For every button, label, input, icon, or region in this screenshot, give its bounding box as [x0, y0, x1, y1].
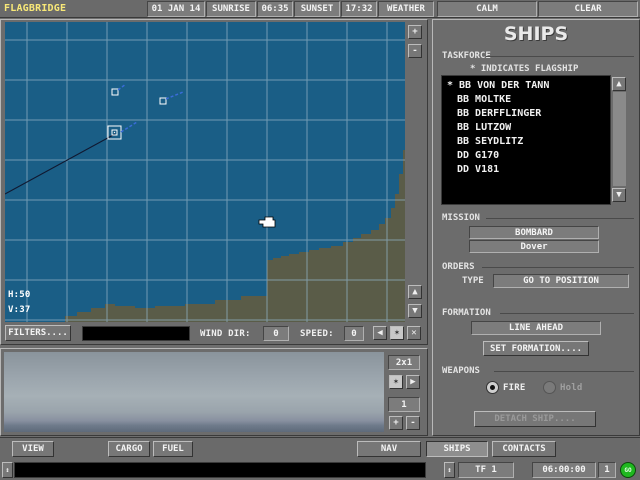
- ship-list-item[interactable]: BB LUTZOW: [447, 121, 610, 135]
- type-label: TYPE: [462, 276, 484, 286]
- scroll-up-button[interactable]: ▲: [408, 285, 422, 299]
- date-field: 01 JAN 14: [147, 1, 205, 17]
- formation-label: FORMATION: [442, 308, 491, 318]
- center-icon-2: ✶: [393, 376, 399, 387]
- arrow-up-icon: ▲: [616, 78, 622, 89]
- mission-divider: [486, 218, 634, 219]
- arrow-down-icon: ▼: [616, 189, 622, 200]
- ship-list[interactable]: * BB VON DER TANN BB MOLTKE BB DERFFLINGER…: [441, 75, 611, 205]
- message-log: [14, 462, 426, 478]
- fuel-button[interactable]: FUEL: [153, 441, 193, 457]
- taskforce-divider: [486, 56, 634, 57]
- ship-list-item[interactable]: DD V181: [447, 163, 610, 177]
- sunrise-time: 06:35: [257, 1, 293, 17]
- ships-button[interactable]: SHIPS: [426, 441, 488, 457]
- list-scroll-track[interactable]: [613, 92, 626, 186]
- time-multiplier: 1: [598, 462, 616, 478]
- center-icon: ✶: [394, 327, 400, 338]
- order-type[interactable]: GO TO POSITION: [493, 274, 629, 288]
- contacts-button[interactable]: CONTACTS: [492, 441, 556, 457]
- sea-view: [4, 352, 384, 432]
- filter-display: [82, 326, 190, 341]
- v-readout: V:37: [8, 305, 31, 315]
- ships-heading: SHIPS: [503, 23, 569, 45]
- hold-radio[interactable]: [543, 381, 556, 394]
- sea-state: CALM: [437, 1, 537, 17]
- set-formation-button[interactable]: SET FORMATION....: [483, 341, 589, 356]
- wind-dir-value: 0: [263, 326, 289, 341]
- sunrise-label: SUNRISE: [206, 1, 256, 17]
- hold-label: Hold: [560, 383, 583, 393]
- zoom-out-button[interactable]: -: [408, 44, 422, 58]
- cargo-button[interactable]: CARGO: [108, 441, 150, 457]
- radio-dot-icon: [490, 385, 495, 390]
- view-minus-button[interactable]: -: [406, 416, 420, 430]
- app-title: FLAGBRIDGE: [4, 3, 67, 14]
- tf-select-button[interactable]: ↕: [444, 462, 455, 478]
- orders-label: ORDERS: [442, 262, 475, 272]
- wind-dir-label: WIND DIR:: [200, 329, 251, 339]
- scroll-down-button[interactable]: ▼: [408, 304, 422, 318]
- filters-button[interactable]: FILTERS....: [5, 325, 71, 341]
- scroll-right-button[interactable]: ✕: [407, 326, 421, 340]
- view-center-button[interactable]: ✶: [389, 375, 403, 389]
- sunset-time: 17:32: [341, 1, 377, 17]
- go-button[interactable]: GO: [620, 462, 636, 478]
- scroll-left-button[interactable]: ◀: [373, 326, 387, 340]
- map-canvas[interactable]: [5, 22, 405, 322]
- sky-state: CLEAR: [538, 1, 638, 17]
- formation-divider: [500, 313, 634, 314]
- view-button[interactable]: VIEW: [12, 441, 54, 457]
- orders-divider: [482, 267, 634, 268]
- taskforce-id: TF 1: [458, 462, 514, 478]
- arrow-left-icon: ◀: [377, 327, 383, 338]
- mission-label: MISSION: [442, 213, 480, 223]
- taskforce-label: TASKFORCE: [442, 51, 491, 61]
- view-plus-button[interactable]: +: [389, 416, 403, 430]
- magnification-field: 2x1: [388, 355, 420, 370]
- weather-label: WEATHER: [378, 1, 434, 17]
- updown-arrow-icon-2: ↕: [447, 465, 452, 474]
- speed-label: SPEED:: [300, 329, 334, 339]
- ship-list-item[interactable]: BB SEYDLITZ: [447, 135, 610, 149]
- speed-value: 0: [344, 326, 364, 341]
- arrow-up-icon: ▲: [412, 286, 418, 297]
- message-scroll-button[interactable]: ↕: [2, 462, 13, 478]
- formation-value: LINE AHEAD: [471, 321, 601, 335]
- game-clock: 06:00:00: [532, 462, 596, 478]
- arrow-right-icon: ▶: [410, 376, 416, 387]
- view-rotate-button[interactable]: ▶: [406, 375, 420, 389]
- arrow-down-icon: ▼: [412, 305, 418, 316]
- ship-list-item[interactable]: BB DERFFLINGER: [447, 107, 610, 121]
- zoom-in-button[interactable]: +: [408, 25, 422, 39]
- ship-list-item[interactable]: BB MOLTKE: [447, 93, 610, 107]
- weapons-divider: [494, 371, 634, 372]
- sunset-label: SUNSET: [294, 1, 340, 17]
- mission-type: BOMBARD: [469, 226, 599, 239]
- mission-target: Dover: [469, 240, 599, 253]
- go-label: GO: [624, 466, 632, 474]
- list-scroll-down[interactable]: ▼: [612, 188, 626, 202]
- close-icon: ✕: [411, 327, 417, 338]
- page-field: 1: [388, 397, 420, 412]
- ship-list-item[interactable]: * BB VON DER TANN: [447, 79, 610, 93]
- center-map-button[interactable]: ✶: [390, 326, 404, 340]
- list-scroll-up[interactable]: ▲: [612, 77, 626, 91]
- nav-map[interactable]: H:50 V:37: [5, 22, 405, 322]
- nav-button[interactable]: NAV: [357, 441, 421, 457]
- weapons-label: WEAPONS: [442, 366, 480, 376]
- updown-arrow-icon: ↕: [5, 465, 10, 474]
- h-readout: H:50: [8, 290, 31, 300]
- fire-radio[interactable]: [486, 381, 499, 394]
- ship-list-item[interactable]: DD G170: [447, 149, 610, 163]
- detach-ship-button[interactable]: DETACH SHIP....: [474, 411, 596, 427]
- fire-label: FIRE: [503, 383, 526, 393]
- flagship-note: * INDICATES FLAGSHIP: [470, 64, 579, 74]
